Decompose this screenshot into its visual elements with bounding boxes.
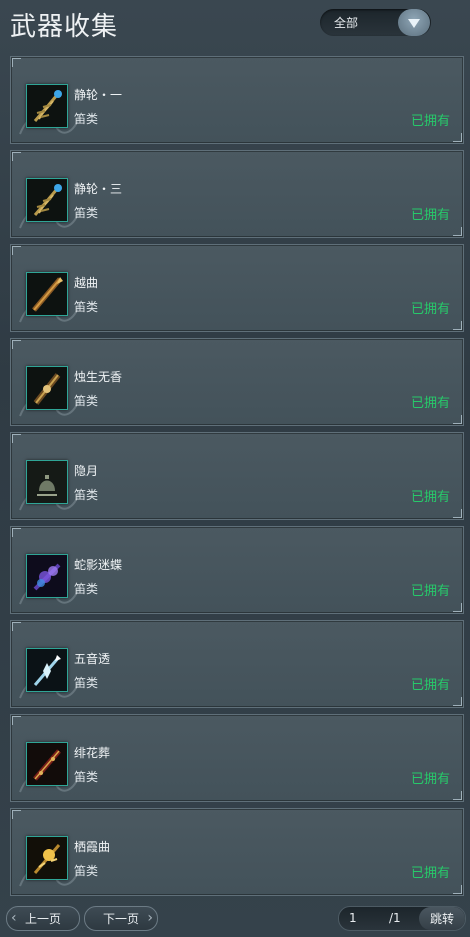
- weapon-purple-butterfly-icon: [26, 554, 68, 598]
- weapon-type: 笛类: [74, 676, 99, 690]
- chevron-down-icon[interactable]: [398, 9, 430, 36]
- list-item[interactable]: 静轮・三 笛类 已拥有: [10, 150, 464, 238]
- filter-selected-value: 全部: [334, 16, 359, 30]
- owned-status: 已拥有: [410, 772, 450, 787]
- pagination: ‹ 上一页 下一页 › 1 /1 跳转: [0, 905, 470, 931]
- weapon-type: 笛类: [74, 488, 99, 502]
- weapon-type: 笛类: [74, 300, 99, 314]
- list-item[interactable]: 静轮・一 笛类 已拥有: [10, 56, 464, 144]
- weapon-type: 笛类: [74, 394, 99, 408]
- prev-page-label: 上一页: [24, 912, 61, 926]
- weapon-bell-icon: [26, 460, 68, 504]
- category-filter-dropdown[interactable]: 全部: [320, 9, 431, 36]
- owned-status: 已拥有: [410, 490, 450, 505]
- list-item[interactable]: 五音透 笛类 已拥有: [10, 620, 464, 708]
- weapon-name: 烛生无香: [74, 370, 123, 384]
- owned-status: 已拥有: [410, 678, 450, 693]
- weapon-red-flute-icon: [26, 742, 68, 786]
- owned-status: 已拥有: [410, 396, 450, 411]
- weapon-name: 静轮・三: [74, 182, 123, 196]
- weapon-golden-sun-icon: [26, 836, 68, 880]
- owned-status: 已拥有: [410, 208, 450, 223]
- weapon-type: 笛类: [74, 582, 99, 596]
- weapon-name: 绯花葬: [74, 746, 111, 760]
- owned-status: 已拥有: [410, 584, 450, 599]
- weapon-gold-flute-icon: [26, 366, 68, 410]
- weapon-bronze-flute-icon: [26, 272, 68, 316]
- weapon-crystal-flute-icon: [26, 648, 68, 692]
- weapon-type: 笛类: [74, 206, 99, 220]
- weapon-type: 笛类: [74, 112, 99, 126]
- owned-status: 已拥有: [410, 114, 450, 129]
- prev-page-button[interactable]: ‹ 上一页: [6, 906, 80, 931]
- page-number-input[interactable]: 1: [349, 911, 357, 925]
- weapon-name: 越曲: [74, 276, 99, 290]
- list-item[interactable]: 绯花葬 笛类 已拥有: [10, 714, 464, 802]
- weapon-type: 笛类: [74, 864, 99, 878]
- list-item[interactable]: 栖霞曲 笛类 已拥有: [10, 808, 464, 896]
- weapon-name: 五音透: [74, 652, 111, 666]
- list-item[interactable]: 隐月 笛类 已拥有: [10, 432, 464, 520]
- list-item[interactable]: 蛇影迷蝶 笛类 已拥有: [10, 526, 464, 614]
- owned-status: 已拥有: [410, 302, 450, 317]
- owned-status: 已拥有: [410, 866, 450, 881]
- list-item[interactable]: 越曲 笛类 已拥有: [10, 244, 464, 332]
- total-pages: /1: [389, 911, 401, 925]
- chevron-left-icon: ‹: [11, 910, 17, 926]
- weapon-list: 静轮・一 笛类 已拥有 静轮・三 笛类 已拥有 越曲 笛类 已拥有 烛生无香 笛…: [10, 56, 464, 902]
- weapon-name: 栖霞曲: [74, 840, 111, 854]
- list-item[interactable]: 烛生无香 笛类 已拥有: [10, 338, 464, 426]
- chevron-right-icon: ›: [147, 910, 153, 926]
- weapon-type: 笛类: [74, 770, 99, 784]
- weapon-name: 静轮・一: [74, 88, 123, 102]
- next-page-label: 下一页: [102, 912, 139, 926]
- page-jump-box: 1 /1 跳转: [338, 906, 466, 931]
- page-title: 武器收集: [10, 12, 119, 42]
- weapon-name: 蛇影迷蝶: [74, 558, 123, 572]
- weapon-golden-claw-icon: [26, 84, 68, 128]
- jump-button[interactable]: 跳转: [419, 907, 465, 930]
- weapon-golden-claw-icon: [26, 178, 68, 222]
- weapon-name: 隐月: [74, 464, 99, 478]
- next-page-button[interactable]: 下一页 ›: [84, 906, 158, 931]
